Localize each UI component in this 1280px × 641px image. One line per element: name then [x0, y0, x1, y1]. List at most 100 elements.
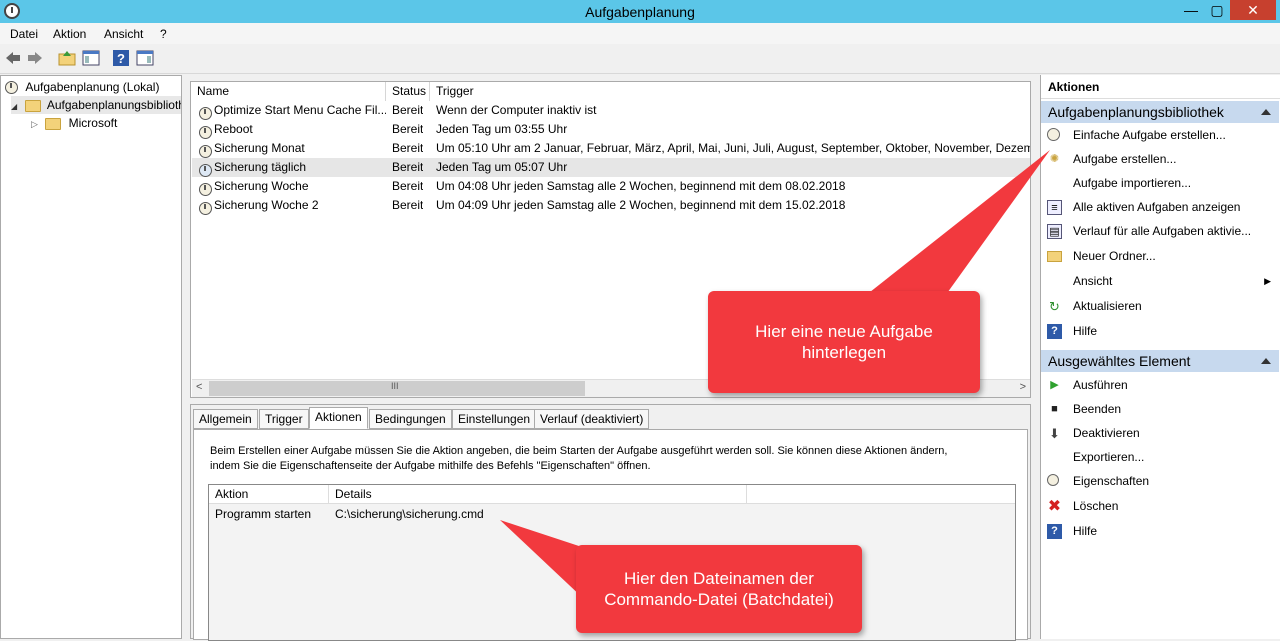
- history-icon: ▤: [1047, 224, 1062, 239]
- menu-help[interactable]: ?: [160, 27, 167, 41]
- tree-library-label: Aufgabenplanungsbibliothek: [46, 98, 181, 112]
- svg-text:?: ?: [117, 51, 125, 66]
- folder-icon: [45, 117, 62, 130]
- scroll-grip: III: [391, 381, 399, 391]
- task-status: Bereit: [392, 122, 424, 136]
- actions-description: Beim Erstellen einer Aufgabe müssen Sie …: [210, 444, 1020, 474]
- tab-aktionen[interactable]: Aktionen: [309, 407, 368, 429]
- action-label: Eigenschaften: [1073, 474, 1150, 488]
- close-button[interactable]: ✕: [1230, 0, 1276, 20]
- section-header-selected[interactable]: Ausgewähltes Element: [1041, 350, 1279, 372]
- action-end[interactable]: ■ Beenden: [1041, 398, 1279, 420]
- section-header-library[interactable]: Aufgabenplanungsbibliothek: [1041, 101, 1279, 123]
- action-disable[interactable]: ⬇ Deaktivieren: [1041, 422, 1279, 444]
- table-row[interactable]: Optimize Start Menu Cache Fil... Bereit …: [192, 101, 1030, 121]
- action-label: Neuer Ordner...: [1073, 249, 1156, 263]
- task-clock-icon: [199, 202, 212, 216]
- menu-datei[interactable]: Datei: [10, 27, 38, 41]
- task-trigger: Jeden Tag um 05:07 Uhr: [436, 160, 568, 174]
- folder-icon: [1047, 251, 1062, 262]
- tree-root[interactable]: Aufgabenplanung (Lokal): [5, 78, 159, 96]
- column-header-status[interactable]: Status: [386, 82, 430, 101]
- task-name: Sicherung täglich: [214, 160, 307, 174]
- task-status: Bereit: [392, 103, 424, 117]
- callout-batch-file: Hier den Dateinamen der Commando-Datei (…: [576, 545, 862, 633]
- show-hide-action-pane-icon[interactable]: [136, 49, 154, 67]
- maximize-button[interactable]: ▢: [1204, 0, 1230, 20]
- callout-top-text: Hier eine neue Aufgabe hinterlegen: [755, 322, 933, 362]
- task-status: Bereit: [392, 160, 424, 174]
- navigation-tree: Aufgabenplanung (Lokal) ◢ Aufgabenplanun…: [0, 75, 182, 639]
- action-help-selected[interactable]: ? Hilfe: [1041, 520, 1279, 542]
- scroll-right-icon[interactable]: >: [1020, 381, 1026, 393]
- back-arrow-icon[interactable]: [4, 49, 22, 67]
- table-row[interactable]: Sicherung Woche Bereit Um 04:08 Uhr jede…: [192, 177, 1030, 197]
- column-header-name[interactable]: Name: [191, 82, 386, 101]
- collapse-icon[interactable]: [1261, 109, 1271, 115]
- action-help[interactable]: ? Hilfe: [1041, 320, 1279, 342]
- action-refresh[interactable]: ↻ Aktualisieren: [1041, 295, 1279, 317]
- minimize-button[interactable]: —: [1178, 0, 1204, 20]
- tree-item-library[interactable]: ◢ Aufgabenplanungsbibliothek: [11, 96, 181, 114]
- action-import-task[interactable]: Aufgabe importieren...: [1041, 172, 1279, 194]
- help-icon[interactable]: ?: [112, 49, 130, 67]
- task-trigger: Um 04:09 Uhr jeden Samstag alle 2 Wochen…: [436, 198, 846, 212]
- action-simple-task[interactable]: Einfache Aufgabe erstellen...: [1041, 124, 1279, 146]
- action-properties[interactable]: Eigenschaften: [1041, 470, 1279, 492]
- tree-item-microsoft[interactable]: ▷ Microsoft: [31, 114, 117, 132]
- callout-bottom-text: Hier den Dateinamen der Commando-Datei (…: [604, 569, 834, 609]
- table-row[interactable]: Reboot Bereit Jeden Tag um 03:55 Uhr: [192, 120, 1030, 140]
- task-status: Bereit: [392, 141, 424, 155]
- task-trigger: Um 05:10 Uhr am 2 Januar, Februar, März,…: [436, 141, 1030, 155]
- action-enable-history[interactable]: ▤ Verlauf für alle Aufgaben aktivie...: [1041, 220, 1279, 242]
- tab-allgemein[interactable]: Allgemein: [193, 409, 258, 429]
- action-delete[interactable]: ✖ Löschen: [1041, 495, 1279, 517]
- action-label: Aufgabe importieren...: [1073, 176, 1192, 190]
- section-title-library: Aufgabenplanungsbibliothek: [1048, 104, 1224, 120]
- task-name: Sicherung Woche: [214, 179, 309, 193]
- description-line-2: indem Sie die Eigenschaftenseite der Auf…: [210, 460, 651, 472]
- task-clock-icon: [199, 183, 212, 197]
- action-create-task[interactable]: ✺ Aufgabe erstellen...: [1041, 148, 1279, 170]
- table-row[interactable]: Sicherung Monat Bereit Um 05:10 Uhr am 2…: [192, 139, 1030, 159]
- action-label: Deaktivieren: [1073, 426, 1140, 440]
- scroll-thumb[interactable]: III: [209, 381, 585, 396]
- show-hide-tree-icon[interactable]: [82, 49, 100, 67]
- action-label: Einfache Aufgabe erstellen...: [1073, 128, 1226, 142]
- menu-ansicht[interactable]: Ansicht: [104, 27, 143, 41]
- action-label: Ansicht: [1073, 274, 1113, 288]
- task-clock-icon: [199, 164, 212, 178]
- column-header-trigger[interactable]: Trigger: [430, 82, 1030, 101]
- folder-up-icon[interactable]: [58, 49, 76, 67]
- actions-pane: Aktionen Aufgabenplanungsbibliothek Einf…: [1040, 75, 1280, 639]
- tab-bedingungen[interactable]: Bedingungen: [369, 409, 452, 429]
- menu-aktion[interactable]: Aktion: [53, 27, 86, 41]
- properties-icon: [1047, 474, 1059, 486]
- action-type: Programm starten: [215, 507, 312, 521]
- table-row-selected[interactable]: Sicherung täglich Bereit Jeden Tag um 05…: [192, 158, 1030, 178]
- action-export[interactable]: Exportieren...: [1041, 446, 1279, 468]
- collapse-triangle-icon[interactable]: ◢: [11, 102, 17, 111]
- table-row[interactable]: Sicherung Woche 2 Bereit Um 04:09 Uhr je…: [192, 196, 1030, 216]
- scroll-left-icon[interactable]: <: [196, 381, 202, 393]
- actions-table-header: Aktion Details: [209, 485, 1015, 504]
- task-trigger: Jeden Tag um 03:55 Uhr: [436, 122, 568, 136]
- column-header-aktion[interactable]: Aktion: [209, 485, 329, 504]
- help-icon: ?: [1047, 524, 1062, 539]
- submenu-arrow-icon: ▶: [1264, 276, 1271, 286]
- action-run[interactable]: ▶ Ausführen: [1041, 374, 1279, 396]
- stop-icon: ■: [1051, 403, 1058, 415]
- column-header-details[interactable]: Details: [329, 485, 747, 504]
- tab-trigger[interactable]: Trigger: [259, 409, 309, 429]
- action-view[interactable]: Ansicht ▶: [1041, 270, 1279, 292]
- forward-arrow-icon[interactable]: [26, 49, 44, 67]
- action-new-folder[interactable]: Neuer Ordner...: [1041, 245, 1279, 267]
- table-row[interactable]: Programm starten C:\sicherung\sicherung.…: [209, 505, 1015, 524]
- task-name: Reboot: [214, 122, 253, 136]
- collapse-icon[interactable]: [1261, 358, 1271, 364]
- tab-verlauf[interactable]: Verlauf (deaktiviert): [534, 409, 650, 429]
- tab-einstellungen[interactable]: Einstellungen: [452, 409, 537, 429]
- menu-bar: Datei Aktion Ansicht ?: [0, 23, 1280, 44]
- expand-triangle-icon[interactable]: ▷: [31, 119, 38, 129]
- action-show-running[interactable]: ≡ Alle aktiven Aufgaben anzeigen: [1041, 196, 1279, 218]
